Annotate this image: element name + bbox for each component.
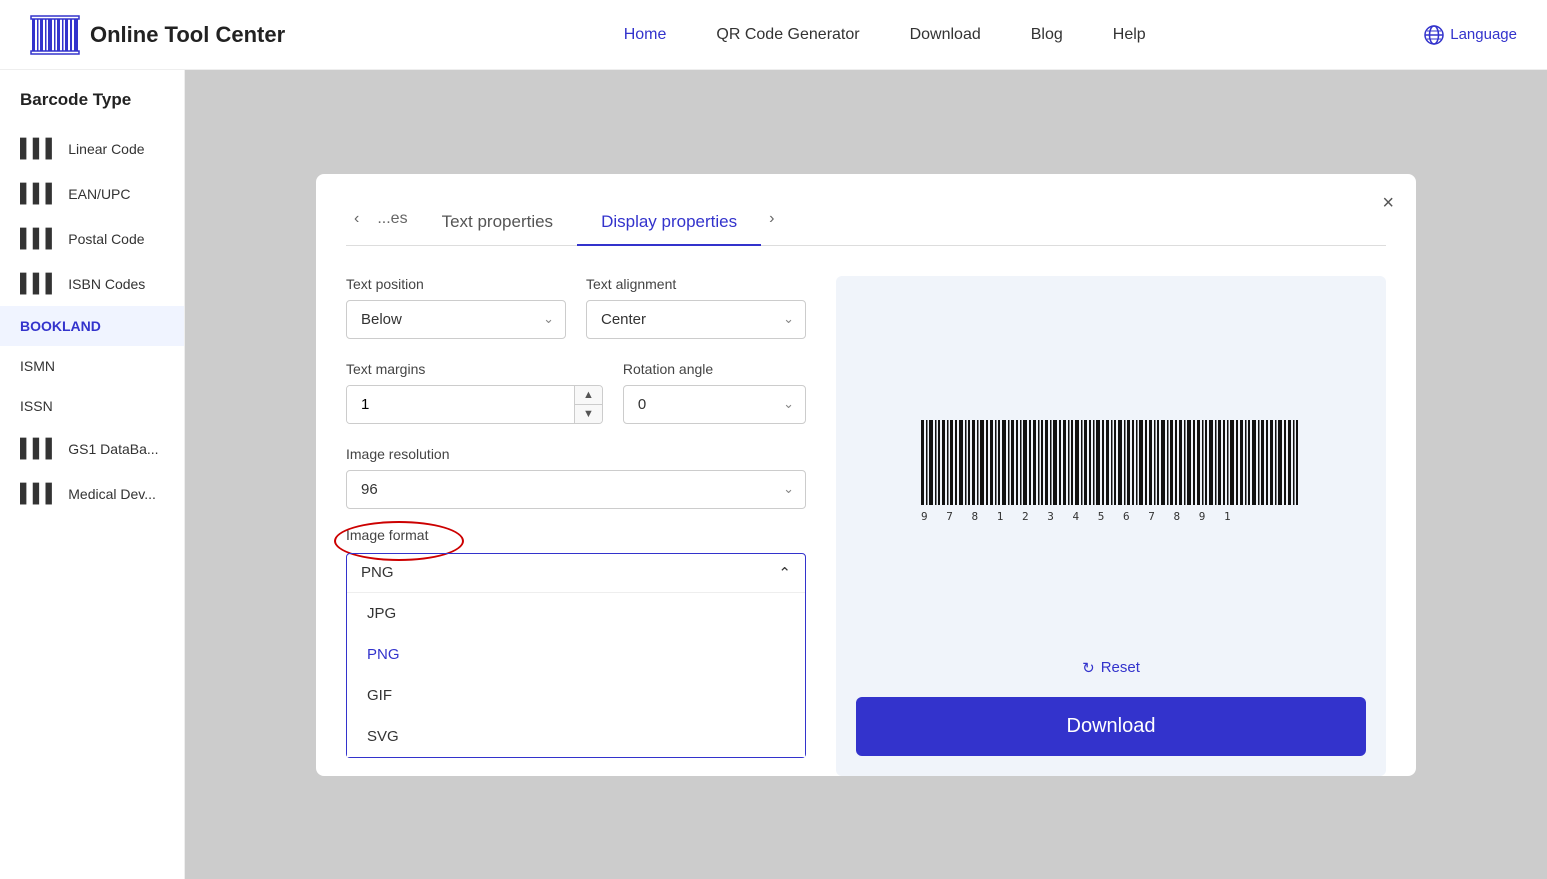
logo[interactable]: Online Tool Center: [30, 15, 285, 55]
text-alignment-select-wrapper: Left Center Right ⌄: [586, 300, 806, 339]
tab-text-properties[interactable]: Text properties: [418, 204, 578, 246]
spinner-down-button[interactable]: ▼: [575, 405, 602, 423]
image-format-dropdown[interactable]: PNG ⌃ JPG PNG GIF SVG: [346, 553, 806, 758]
sidebar-item-ean-upc[interactable]: ▌▌▌ EAN/UPC: [0, 171, 184, 216]
sidebar-item-ismn[interactable]: ISMN: [0, 346, 184, 386]
sidebar-item-postal-code[interactable]: ▌▌▌ Postal Code: [0, 216, 184, 261]
logo-text: Online Tool Center: [90, 22, 285, 48]
nav-help[interactable]: Help: [1113, 26, 1146, 44]
language-label: Language: [1450, 26, 1517, 43]
barcode-area: 9 7 8 1 2 3 4 5 6 7 8 9 1: [856, 306, 1366, 645]
nav-download[interactable]: Download: [910, 26, 981, 44]
image-format-dropdown-header[interactable]: PNG ⌃: [347, 554, 805, 592]
rotation-angle-label: Rotation angle: [623, 361, 806, 377]
sidebar-item-medical[interactable]: ▌▌▌ Medical Dev...: [0, 471, 184, 516]
format-option-svg[interactable]: SVG: [347, 716, 805, 757]
sidebar-title: Barcode Type: [0, 90, 184, 126]
nav-home[interactable]: Home: [624, 26, 667, 44]
format-option-png[interactable]: PNG: [347, 634, 805, 675]
sidebar-item-issn[interactable]: ISSN: [0, 386, 184, 426]
modal-overlay: × ‹ ...es Text properties Display proper…: [185, 70, 1547, 879]
format-option-gif[interactable]: GIF: [347, 675, 805, 716]
text-alignment-group: Text alignment Left Center Right ⌄: [586, 276, 806, 339]
chevron-up-icon: ⌃: [778, 564, 791, 582]
barcode-icon-2: ▌▌▌: [20, 183, 58, 204]
text-margins-input-wrapper: 1 ▲ ▼: [346, 385, 603, 424]
download-button[interactable]: Download: [856, 697, 1366, 756]
tab-display-properties[interactable]: Display properties: [577, 204, 761, 246]
spinner-up-button[interactable]: ▲: [575, 386, 602, 405]
rotation-angle-select-wrapper: 0 90 180 270 ⌄: [623, 385, 806, 424]
form-row-1: Text position Above Below None ⌄: [346, 276, 806, 339]
image-format-group: Image format PNG ⌃ JPG PNG: [346, 527, 806, 758]
text-margins-input[interactable]: 1: [347, 386, 574, 423]
image-resolution-select-wrapper: 72 96 150 300 ⌄: [346, 470, 806, 509]
image-format-label-row: Image format: [346, 527, 806, 545]
image-resolution-label: Image resolution: [346, 446, 806, 462]
globe-icon: [1424, 25, 1444, 45]
text-margins-group: Text margins 1 ▲ ▼: [346, 361, 603, 424]
image-format-label: Image format: [346, 527, 428, 543]
text-alignment-label: Text alignment: [586, 276, 806, 292]
sidebar-item-isbn[interactable]: ▌▌▌ ISBN Codes: [0, 261, 184, 306]
modal: × ‹ ...es Text properties Display proper…: [316, 174, 1416, 776]
modal-tabs: ‹ ...es Text properties Display properti…: [346, 204, 1386, 246]
reset-icon: ↻: [1082, 659, 1095, 677]
barcode-icon: ▌▌▌: [20, 138, 58, 159]
language-selector[interactable]: Language: [1424, 25, 1517, 45]
text-alignment-select[interactable]: Left Center Right: [586, 300, 806, 339]
text-position-group: Text position Above Below None ⌄: [346, 276, 566, 339]
nav-links: Home QR Code Generator Download Blog Hel…: [345, 26, 1424, 44]
number-spinners: ▲ ▼: [574, 386, 602, 423]
rotation-angle-group: Rotation angle 0 90 180 270 ⌄: [623, 361, 806, 424]
text-position-select-wrapper: Above Below None ⌄: [346, 300, 566, 339]
nav-qr-code[interactable]: QR Code Generator: [716, 26, 859, 44]
tab-prev-arrow[interactable]: ‹: [346, 210, 367, 238]
sidebar: Barcode Type ▌▌▌ Linear Code ▌▌▌ EAN/UPC…: [0, 70, 185, 879]
text-position-label: Text position: [346, 276, 566, 292]
rotation-angle-select[interactable]: 0 90 180 270: [623, 385, 806, 424]
image-resolution-group: Image resolution 72 96 150 300 ⌄: [346, 446, 806, 509]
logo-icon: [30, 15, 80, 55]
svg-text:9 7 8 1 2 3 4 5 6 7 8 9 1: 9 7 8 1 2 3 4 5 6 7 8 9 1: [921, 510, 1237, 523]
barcode-preview: 9 7 8 1 2 3 4 5 6 7 8 9 1: [911, 415, 1311, 535]
top-nav: Online Tool Center Home QR Code Generato…: [0, 0, 1547, 70]
tab-prev-label[interactable]: ...es: [367, 210, 417, 238]
format-dropdown-options: JPG PNG GIF SVG: [347, 592, 805, 757]
image-resolution-select[interactable]: 72 96 150 300: [346, 470, 806, 509]
form-row-2: Text margins 1 ▲ ▼ Rotation angle: [346, 361, 806, 424]
left-panel: Text position Above Below None ⌄: [346, 276, 806, 776]
text-margins-label: Text margins: [346, 361, 603, 377]
reset-button[interactable]: ↻ Reset: [1082, 659, 1140, 677]
sidebar-item-linear-code[interactable]: ▌▌▌ Linear Code: [0, 126, 184, 171]
nav-blog[interactable]: Blog: [1031, 26, 1063, 44]
modal-close-button[interactable]: ×: [1382, 192, 1394, 215]
modal-body: Text position Above Below None ⌄: [346, 276, 1386, 776]
barcode-icon-6: ▌▌▌: [20, 483, 58, 504]
main-content: × ‹ ...es Text properties Display proper…: [185, 70, 1547, 879]
barcode-icon-5: ▌▌▌: [20, 438, 58, 459]
sidebar-item-bookland[interactable]: BOOKLAND: [0, 306, 184, 346]
tab-next-arrow[interactable]: ›: [761, 210, 782, 238]
barcode-icon-3: ▌▌▌: [20, 228, 58, 249]
barcode-icon-4: ▌▌▌: [20, 273, 58, 294]
text-position-select[interactable]: Above Below None: [346, 300, 566, 339]
format-option-jpg[interactable]: JPG: [347, 593, 805, 634]
right-panel: 9 7 8 1 2 3 4 5 6 7 8 9 1 ↻ Reset Downlo…: [836, 276, 1386, 776]
image-format-selected-value: PNG: [361, 564, 394, 581]
sidebar-item-gs1[interactable]: ▌▌▌ GS1 DataBa...: [0, 426, 184, 471]
